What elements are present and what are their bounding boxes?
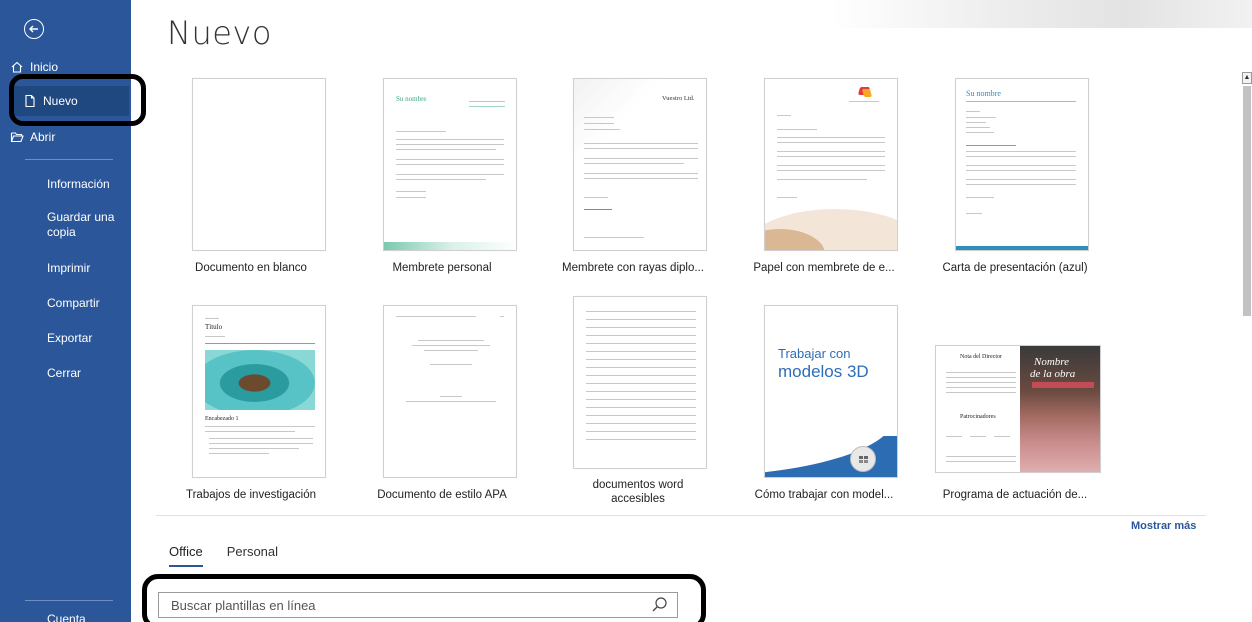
scroll-up-arrow-icon[interactable]: ▲ xyxy=(1242,72,1252,84)
template-striped-letterhead[interactable]: Vuestro Ltd. Membrete con rayas diplo... xyxy=(549,78,717,278)
template-personal-letterhead[interactable]: Su nombre Membrete personal xyxy=(358,78,526,278)
sidebar-item-label: Compartir xyxy=(47,296,100,310)
sidebar-item-cuenta[interactable]: Cuenta xyxy=(0,612,131,622)
template-blank-document[interactable]: Documento en blanco xyxy=(167,78,335,278)
sidebar-item-label: Exportar xyxy=(47,331,93,345)
sidebar-item-exportar[interactable]: Exportar xyxy=(0,323,131,353)
sidebar-item-label: Cuenta xyxy=(47,612,86,622)
3d-cube-icon xyxy=(850,446,876,472)
sidebar-item-abrir[interactable]: Abrir xyxy=(0,122,131,152)
section-divider xyxy=(156,515,1206,516)
sidebar-item-informacion[interactable]: Información xyxy=(0,169,131,199)
template-thumbnail xyxy=(573,296,707,469)
template-label: Carta de presentación (azul) xyxy=(942,262,1088,274)
sidebar-divider xyxy=(25,600,113,601)
template-label: Cómo trabajar con model... xyxy=(754,489,894,501)
annotation-highlight-search xyxy=(142,574,706,622)
template-research-paper[interactable]: Título Encabezado 1 Trabajos de investig… xyxy=(167,305,335,505)
template-thumbnail xyxy=(192,78,326,251)
show-more-link[interactable]: Mostrar más xyxy=(1131,520,1196,532)
template-accessible-word[interactable]: documentos word accesibles xyxy=(549,296,717,510)
annotation-highlight-nuevo xyxy=(9,74,146,126)
scrollbar-thumb[interactable] xyxy=(1243,86,1251,316)
sidebar-item-label: Inicio xyxy=(30,60,59,74)
tab-personal[interactable]: Personal xyxy=(227,544,278,567)
back-arrow-icon[interactable] xyxy=(24,19,44,39)
template-label: Documento de estilo APA xyxy=(377,489,507,501)
template-label: Membrete con rayas diplo... xyxy=(562,262,704,274)
sidebar-divider xyxy=(25,159,113,160)
template-label: Programa de actuación de... xyxy=(942,489,1088,501)
otter-photo xyxy=(205,350,315,410)
tab-office[interactable]: Office xyxy=(169,544,203,567)
template-thumbnail: Título Encabezado 1 xyxy=(192,305,326,478)
template-label: Papel con membrete de e... xyxy=(753,262,895,274)
template-tabs: Office Personal xyxy=(169,544,278,567)
home-icon xyxy=(10,60,24,74)
template-thumbnail: Su nombre xyxy=(955,78,1089,251)
sidebar-item-label: Abrir xyxy=(30,130,56,144)
template-performance-program[interactable]: Nota del Director Patrocinadores Nombre … xyxy=(931,305,1101,505)
template-3d-models[interactable]: Trabajar con modelos 3D Cómo trabajar co… xyxy=(740,305,908,505)
template-business-letterhead[interactable]: Papel con membrete de e... xyxy=(740,78,908,278)
template-cover-letter-blue[interactable]: Su nombre Carta de presentación (azul) xyxy=(931,78,1099,278)
template-thumbnail xyxy=(383,305,517,478)
sidebar-item-label: Cerrar xyxy=(47,366,82,380)
template-label: Membrete personal xyxy=(392,262,492,274)
template-thumbnail: Nota del Director Patrocinadores Nombre … xyxy=(935,345,1101,473)
template-label: Documento en blanco xyxy=(195,262,307,274)
sidebar-item-label: Guardar una copia xyxy=(47,210,115,239)
sidebar-item-compartir[interactable]: Compartir xyxy=(0,288,131,318)
template-thumbnail: Su nombre xyxy=(383,78,517,251)
template-label: documentos word accesibles xyxy=(592,479,684,505)
template-label: Trabajos de investigación xyxy=(186,489,316,501)
page-title: Nuevo xyxy=(167,14,272,52)
sidebar-item-imprimir[interactable]: Imprimir xyxy=(0,253,131,283)
header-decoration xyxy=(831,0,1252,28)
template-thumbnail: Trabajar con modelos 3D xyxy=(764,305,898,478)
folder-open-icon xyxy=(10,130,24,144)
sidebar-item-label: Imprimir xyxy=(47,261,91,275)
template-thumbnail: Vuestro Ltd. xyxy=(573,78,707,251)
main-panel: Nuevo Documento en blanco Su nombre Memb… xyxy=(131,0,1252,622)
template-thumbnail xyxy=(764,78,898,251)
sidebar-item-label: Información xyxy=(47,177,110,191)
template-apa-document[interactable]: Documento de estilo APA xyxy=(358,305,526,505)
sidebar-item-guardar-copia[interactable]: Guardar una copia xyxy=(0,210,120,246)
sidebar-item-cerrar[interactable]: Cerrar xyxy=(0,358,131,388)
